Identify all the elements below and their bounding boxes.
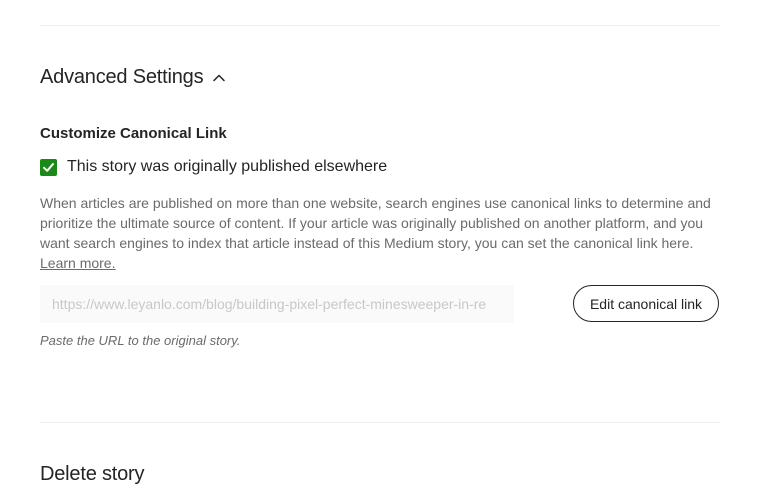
canonical-link-heading: Customize Canonical Link — [40, 125, 227, 142]
canonical-description-text: When articles are published on more than… — [40, 195, 711, 251]
learn-more-link[interactable]: Learn more. — [40, 255, 115, 271]
edit-canonical-link-button[interactable]: Edit canonical link — [573, 285, 719, 322]
canonical-url-helper-text: Paste the URL to the original story. — [40, 333, 241, 348]
canonical-url-input[interactable] — [40, 285, 514, 323]
checkmark-icon — [43, 162, 54, 172]
originally-published-checkbox-row[interactable]: This story was originally published else… — [40, 158, 387, 176]
originally-published-label: This story was originally published else… — [67, 158, 388, 175]
section-divider-bottom — [40, 422, 720, 423]
settings-page: Advanced Settings Customize Canonical Li… — [0, 0, 760, 500]
originally-published-checkbox[interactable] — [40, 158, 57, 176]
advanced-settings-toggle[interactable]: Advanced Settings — [40, 66, 227, 89]
delete-story-title: Delete story — [40, 463, 145, 485]
advanced-settings-title: Advanced Settings — [40, 66, 204, 88]
chevron-up-icon — [211, 70, 227, 86]
section-divider-top — [40, 25, 720, 26]
canonical-description: When articles are published on more than… — [40, 193, 720, 273]
